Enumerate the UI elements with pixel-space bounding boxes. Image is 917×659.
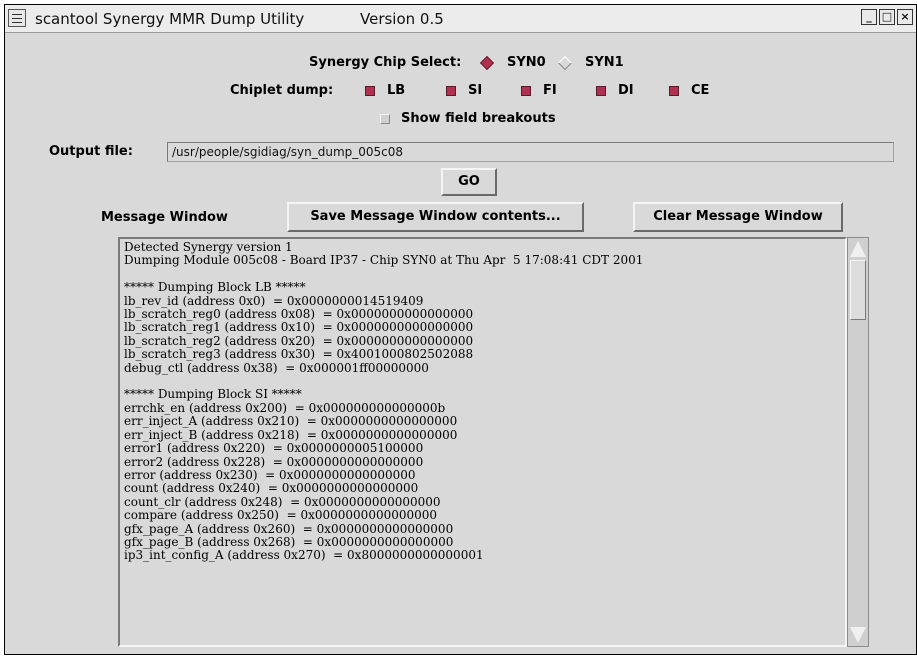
radio-syn1-label[interactable]: SYN1 <box>585 55 624 70</box>
radio-syn0-label[interactable]: SYN0 <box>507 55 546 70</box>
scrollbar-thumb[interactable] <box>850 260 866 320</box>
message-line: compare (address 0x250) = 0x000000000000… <box>124 508 438 523</box>
message-line: lb_scratch_reg3 (address 0x30) = 0x40010… <box>124 347 474 362</box>
window-version: Version 0.5 <box>360 10 444 28</box>
message-line: lb_scratch_reg2 (address 0x20) = 0x00000… <box>124 333 474 348</box>
checkbox-lb-label[interactable]: LB <box>387 83 405 98</box>
window-title: scantool Synergy MMR Dump Utility <box>35 10 305 28</box>
checkbox-ce[interactable] <box>669 86 679 96</box>
maximize-icon[interactable]: □ <box>879 9 895 25</box>
minimize-icon[interactable]: _ <box>861 9 877 25</box>
message-line: error2 (address 0x228) = 0x0000000000000… <box>124 454 424 469</box>
message-line: Detected Synergy version 1 <box>124 240 293 254</box>
checkbox-fi[interactable] <box>521 86 531 96</box>
output-file-input[interactable]: /usr/people/sgidiag/syn_dump_005c08 <box>167 142 894 162</box>
app-window: scantool Synergy MMR Dump Utility Versio… <box>4 4 917 655</box>
checkbox-si[interactable] <box>446 86 456 96</box>
checkbox-si-label[interactable]: SI <box>468 83 482 98</box>
message-line: error1 (address 0x220) = 0x0000000005100… <box>124 441 424 456</box>
chip-select-label: Synergy Chip Select: <box>309 55 462 70</box>
message-line: lb_rev_id (address 0x0) = 0x000000001451… <box>124 293 424 308</box>
message-window-content: Detected Synergy version 1 Dumping Modul… <box>124 240 644 563</box>
chiplet-dump-label: Chiplet dump: <box>230 83 334 98</box>
show-field-breakouts-label[interactable]: Show field breakouts <box>401 111 556 126</box>
close-icon[interactable]: × <box>897 9 913 25</box>
save-message-window-button[interactable]: Save Message Window contents... <box>287 202 584 232</box>
message-window-text[interactable]: Detected Synergy version 1 Dumping Modul… <box>118 237 847 647</box>
message-line: err_inject_A (address 0x210) = 0x0000000… <box>124 414 458 429</box>
checkbox-show-field-breakouts[interactable] <box>380 114 390 124</box>
checkbox-ce-label[interactable]: CE <box>691 83 709 98</box>
radio-syn0-indicator[interactable] <box>479 55 495 71</box>
message-line: lb_scratch_reg0 (address 0x08) = 0x00000… <box>124 307 474 322</box>
message-line: count (address 0x240) = 0x00000000000000… <box>124 481 419 496</box>
message-line: ***** Dumping Block LB ***** <box>124 280 306 295</box>
message-line: lb_scratch_reg1 (address 0x10) = 0x00000… <box>124 320 474 335</box>
title-bar[interactable]: scantool Synergy MMR Dump Utility Versio… <box>5 5 916 33</box>
message-line: errchk_en (address 0x200) = 0x0000000000… <box>124 400 446 415</box>
output-file-label: Output file: <box>49 144 133 159</box>
message-window-scrollbar[interactable] <box>847 237 869 647</box>
message-line: ***** Dumping Block SI ***** <box>124 387 302 402</box>
scroll-down-arrow-icon[interactable] <box>850 627 866 643</box>
checkbox-di-label[interactable]: DI <box>618 83 634 98</box>
checkbox-fi-label[interactable]: FI <box>543 83 557 98</box>
message-line: err_inject_B (address 0x218) = 0x0000000… <box>124 427 458 442</box>
message-window-label: Message Window <box>101 210 228 225</box>
message-line: Dumping Module 005c08 - Board IP37 - Chi… <box>124 253 644 268</box>
message-line: count_clr (address 0x248) = 0x0000000000… <box>124 494 441 509</box>
checkbox-lb[interactable] <box>365 86 375 96</box>
checkbox-di[interactable] <box>596 86 606 96</box>
scroll-up-arrow-icon[interactable] <box>850 241 866 257</box>
message-line: gfx_page_B (address 0x268) = 0x000000000… <box>124 534 454 549</box>
go-button[interactable]: GO <box>441 168 497 196</box>
message-line: gfx_page_A (address 0x260) = 0x000000000… <box>124 521 454 536</box>
message-line: debug_ctl (address 0x38) = 0x000001ff000… <box>124 360 429 375</box>
message-line: ip3_int_config_A (address 0x270) = 0x800… <box>124 548 484 563</box>
clear-message-window-button[interactable]: Clear Message Window <box>633 202 843 232</box>
window-menu-icon[interactable] <box>8 9 26 27</box>
message-line: error (address 0x230) = 0x00000000000000… <box>124 467 416 482</box>
radio-syn1-indicator[interactable] <box>557 55 573 71</box>
